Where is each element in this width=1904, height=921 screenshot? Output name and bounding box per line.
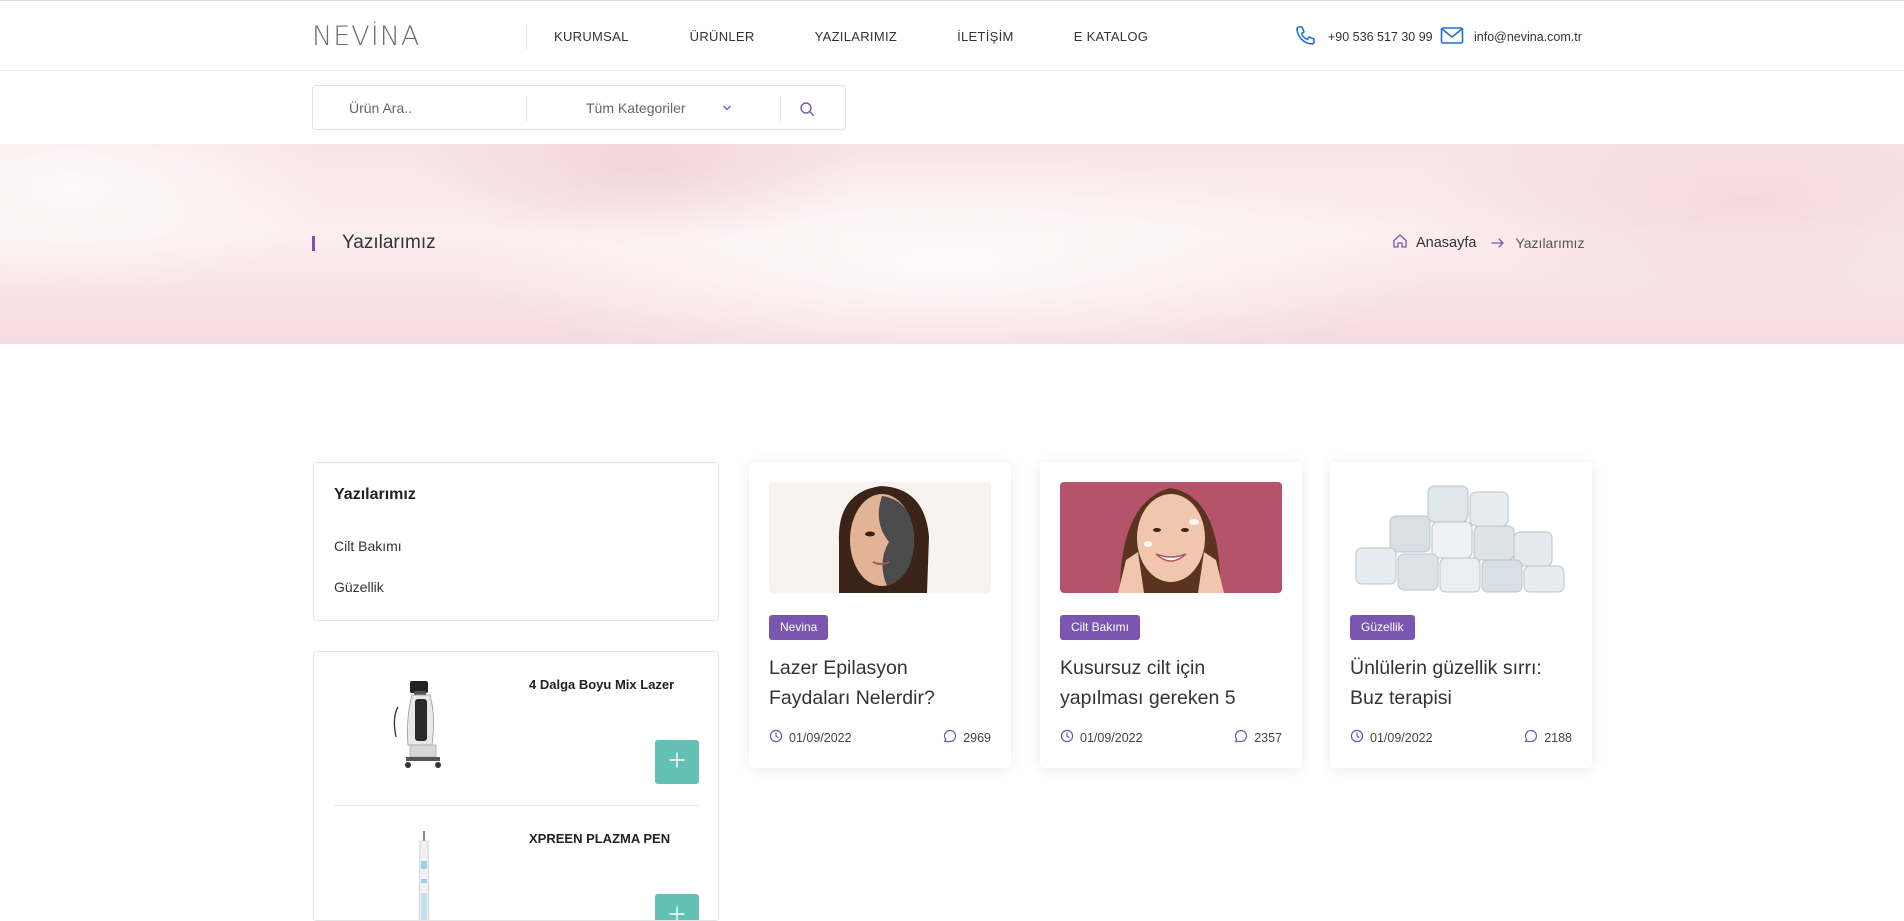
product-image[interactable] <box>384 677 464 777</box>
post-date-text: 01/09/2022 <box>1080 731 1143 745</box>
product-item[interactable]: XPREEN PLAZMA PEN <box>334 806 700 921</box>
blog-card-image[interactable] <box>1060 482 1282 593</box>
breadcrumb: Anasayfa Yazılarımız <box>1392 232 1584 254</box>
plus-icon <box>669 906 685 921</box>
nav-yazilarimiz[interactable]: YAZILARIMIZ <box>815 27 898 47</box>
phone-icon <box>1294 24 1328 51</box>
clock-icon <box>769 729 789 746</box>
post-views-count: 2357 <box>1254 731 1282 745</box>
blog-card-title[interactable]: Ünlülerin güzellik sırrı: Buz terapisi <box>1350 653 1575 713</box>
breadcrumb-current: Yazılarımız <box>1515 235 1584 251</box>
search-row: Tüm Kategoriler <box>0 71 1904 144</box>
nav-kurumsal[interactable]: KURUMSAL <box>554 27 629 47</box>
category-widget: Yazılarımız Cilt Bakımı Güzellik <box>313 462 719 621</box>
search-divider <box>526 96 527 121</box>
product-name[interactable]: XPREEN PLAZMA PEN <box>529 831 670 846</box>
search-icon[interactable] <box>795 97 819 121</box>
title-accent-bar <box>312 236 315 251</box>
post-views: 2969 <box>943 729 991 746</box>
post-date: 01/09/2022 <box>1060 729 1143 746</box>
main-nav: KURUMSAL ÜRÜNLER YAZILARIMIZ İLETİŞİM E … <box>554 27 1148 47</box>
email-address: info@nevina.com.tr <box>1474 30 1582 44</box>
email-contact[interactable]: info@nevina.com.tr <box>1440 25 1582 49</box>
nav-divider <box>526 25 527 49</box>
clock-icon <box>1060 729 1080 746</box>
blog-card-title[interactable]: Lazer Epilasyon Faydaları Nelerdir? <box>769 653 994 713</box>
breadcrumb-home[interactable]: Anasayfa <box>1416 235 1476 251</box>
comment-icon <box>1234 729 1254 746</box>
product-search-box: Tüm Kategoriler <box>312 85 846 130</box>
post-date: 01/09/2022 <box>1350 729 1433 746</box>
product-item[interactable]: 4 Dalga Boyu Mix Lazer <box>334 652 700 806</box>
add-to-cart-button[interactable] <box>655 740 699 784</box>
nav-urunler[interactable]: ÜRÜNLER <box>690 27 755 47</box>
blog-card-image[interactable] <box>769 482 991 593</box>
blog-card[interactable]: Nevina Lazer Epilasyon Faydaları Nelerdi… <box>749 462 1011 768</box>
category-select[interactable]: Tüm Kategoriler <box>586 98 686 118</box>
blog-card[interactable]: Güzellik Ünlülerin güzellik sırrı: Buz t… <box>1330 462 1592 768</box>
product-name[interactable]: 4 Dalga Boyu Mix Lazer <box>529 677 674 692</box>
phone-contact[interactable]: +90 536 517 30 99 <box>1294 25 1433 49</box>
page-hero: Yazılarımız Anasayfa Yazılarımız <box>0 144 1904 344</box>
logo-text: NEVİNA <box>312 23 414 51</box>
phone-number: +90 536 517 30 99 <box>1328 30 1433 44</box>
nav-e-katalog[interactable]: E KATALOG <box>1074 27 1148 47</box>
blog-card-image[interactable] <box>1350 482 1572 593</box>
blog-card-title[interactable]: Kusursuz cilt için yapılması gereken 5 <box>1060 653 1285 713</box>
search-input[interactable] <box>349 99 509 117</box>
logo[interactable]: NEVİNA <box>312 23 414 53</box>
arrow-right-icon <box>1491 237 1505 249</box>
page-title: Yazılarımız <box>342 231 436 255</box>
category-badge[interactable]: Cilt Bakımı <box>1060 615 1140 640</box>
blog-card[interactable]: Cilt Bakımı Kusursuz cilt için yapılması… <box>1040 462 1302 768</box>
category-link-cilt-bakimi[interactable]: Cilt Bakımı <box>334 538 402 554</box>
post-views: 2357 <box>1234 729 1282 746</box>
top-header: NEVİNA KURUMSAL ÜRÜNLER YAZILARIMIZ İLET… <box>0 0 1904 71</box>
category-badge[interactable]: Güzellik <box>1350 615 1415 640</box>
add-to-cart-button[interactable] <box>655 894 699 921</box>
category-widget-title: Yazılarımız <box>334 486 416 504</box>
category-badge[interactable]: Nevina <box>769 615 828 640</box>
product-image[interactable] <box>384 831 464 921</box>
post-date: 01/09/2022 <box>769 729 852 746</box>
nav-iletisim[interactable]: İLETİŞİM <box>957 27 1014 47</box>
post-views-count: 2188 <box>1544 731 1572 745</box>
comment-icon <box>943 729 963 746</box>
post-date-text: 01/09/2022 <box>1370 731 1433 745</box>
search-divider <box>780 96 781 121</box>
chevron-down-icon[interactable] <box>722 100 732 118</box>
post-date-text: 01/09/2022 <box>789 731 852 745</box>
product-widget: 4 Dalga Boyu Mix Lazer XPREEN PLAZMA PEN <box>313 651 719 921</box>
post-views: 2188 <box>1524 729 1572 746</box>
comment-icon <box>1524 729 1544 746</box>
post-views-count: 2969 <box>963 731 991 745</box>
mail-icon <box>1440 26 1474 49</box>
category-link-guzellik[interactable]: Güzellik <box>334 579 384 595</box>
plus-icon <box>669 752 685 773</box>
home-icon[interactable] <box>1392 233 1408 253</box>
clock-icon <box>1350 729 1370 746</box>
